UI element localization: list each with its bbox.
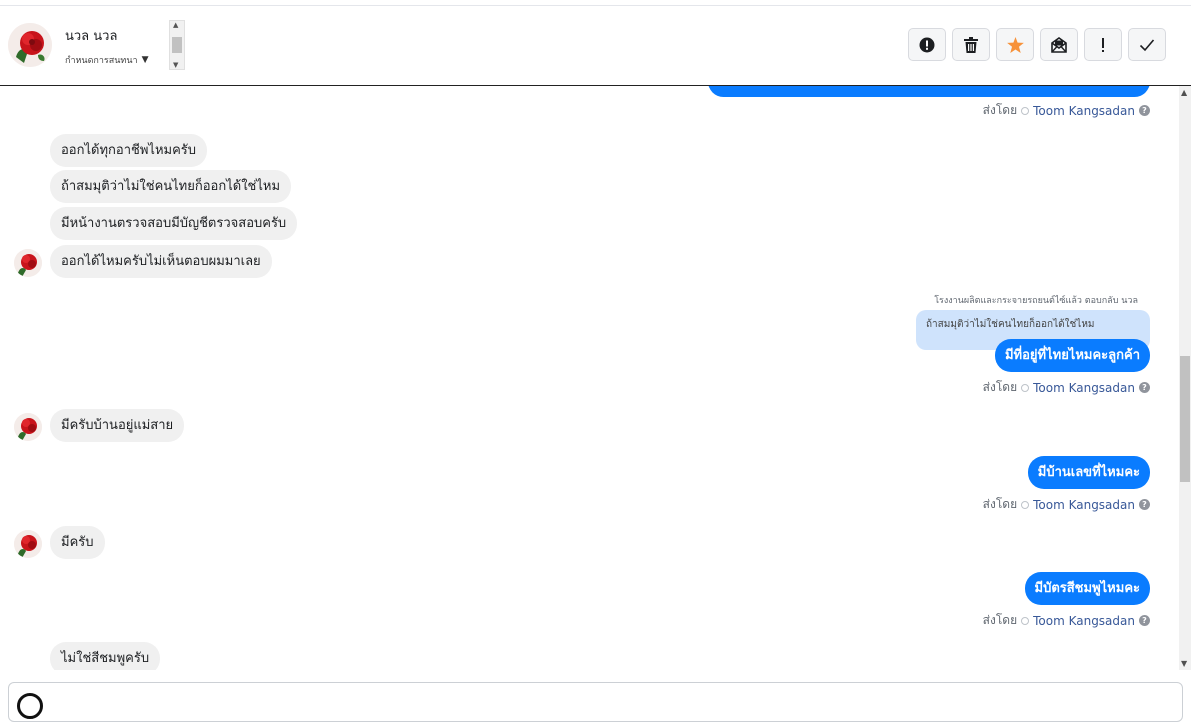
alert-circle-icon: [919, 37, 935, 52]
thread-scrollbar[interactable]: ▲ ▼: [1179, 86, 1191, 670]
header-actions: [908, 28, 1166, 61]
status-dot-icon: [1021, 500, 1030, 509]
scroll-down-arrow-icon[interactable]: ▼: [1181, 659, 1187, 668]
message-bubble-incoming[interactable]: ออกได้ทุกอาชีพไหมครับ: [50, 134, 208, 167]
status-dot-icon: [1021, 616, 1030, 625]
scroll-down-arrow-icon[interactable]: ▼: [173, 61, 178, 69]
message-bubble-outgoing-partial: [708, 86, 1150, 97]
header-scrollbar[interactable]: ▲ ▼: [169, 20, 185, 70]
help-icon[interactable]: ?: [1139, 382, 1150, 393]
rose-avatar-image: [8, 23, 52, 67]
envelope-icon: [1051, 36, 1067, 53]
trash-icon: [964, 36, 978, 53]
agent-name[interactable]: Toom Kangsadan: [1033, 104, 1135, 118]
message-bubble-incoming[interactable]: ออกได้ไหมครับไม่เห็นตอบผมมาเลย: [50, 245, 272, 278]
agent-name[interactable]: Toom Kangsadan: [1033, 498, 1135, 512]
message-bubble-outgoing[interactable]: มีที่อยู่ที่ไทยไหมคะลูกค้า: [994, 339, 1150, 372]
help-icon[interactable]: ?: [1139, 615, 1150, 626]
rose-avatar-image: [14, 530, 42, 558]
sent-by-row: ส่งโดย Toom Kangsadan ?: [983, 101, 1150, 120]
message-bubble-incoming[interactable]: ถ้าสมมุติว่าไม่ใช่คนไทยก็ออกได้ใช่ไหม: [50, 170, 292, 203]
priority-button[interactable]: [1084, 28, 1122, 61]
sent-by-row: ส่งโดย Toom Kangsadan ?: [983, 378, 1150, 397]
mark-unread-button[interactable]: [1040, 28, 1078, 61]
star-button[interactable]: [996, 28, 1034, 61]
message-thread[interactable]: ส่งโดย Toom Kangsadan ? ออกได้ทุกอาชีพไห…: [0, 86, 1179, 670]
exclamation-icon: [1102, 37, 1104, 52]
scroll-up-arrow-icon[interactable]: ▲: [1181, 88, 1187, 97]
emoji-icon[interactable]: [17, 693, 43, 719]
message-bubble-incoming[interactable]: มีครับ: [50, 526, 105, 559]
delete-button[interactable]: [952, 28, 990, 61]
message-bubble-outgoing[interactable]: มีบ้านเลขที่ไหมคะ: [1027, 456, 1150, 489]
header-scroll-thumb[interactable]: [172, 37, 182, 53]
scroll-up-arrow-icon[interactable]: ▲: [173, 21, 178, 29]
sent-by-label: ส่งโดย: [982, 497, 1018, 511]
assign-label: กำหนดการสนทนา: [65, 56, 138, 66]
agent-name[interactable]: Toom Kangsadan: [1033, 381, 1135, 395]
rose-avatar-image: [14, 249, 42, 277]
conversation-header: นวล นวล กำหนดการสนทนา ▼ ▲ ▼: [0, 6, 1191, 86]
caret-down-icon: ▼: [141, 55, 149, 65]
message-bubble-incoming[interactable]: ไม่ใช่สีชมพูครับ: [50, 642, 161, 670]
sent-by-row: ส่งโดย Toom Kangsadan ?: [983, 495, 1150, 514]
status-dot-icon: [1021, 106, 1030, 115]
message-bubble-incoming[interactable]: มีหน้างานตรวจสอบมีบัญชีตรวจสอบครับ: [50, 207, 298, 240]
message-bubble-incoming[interactable]: มีครับบ้านอยู่แม่สาย: [50, 409, 185, 442]
reply-context-meta: โรงงานผลิตและกระจายรถยนต์ไซ์แล้ว ตอบกลับ…: [934, 296, 1138, 306]
mark-done-button[interactable]: [1128, 28, 1166, 61]
message-composer[interactable]: [8, 682, 1183, 722]
help-icon[interactable]: ?: [1139, 105, 1150, 116]
agent-name[interactable]: Toom Kangsadan: [1033, 614, 1135, 628]
star-icon: [1006, 36, 1024, 53]
report-spam-button[interactable]: [908, 28, 946, 61]
contact-name: นวล นวล: [65, 29, 118, 44]
sent-by-label: ส่งโดย: [982, 380, 1018, 394]
check-icon: [1139, 38, 1155, 51]
contact-avatar-small: [14, 530, 42, 558]
rose-avatar-image: [14, 413, 42, 441]
thread-scroll-thumb[interactable]: [1180, 356, 1190, 482]
status-dot-icon: [1021, 383, 1030, 392]
contact-avatar-small: [14, 249, 42, 277]
contact-avatar[interactable]: [8, 23, 52, 67]
sent-by-label: ส่งโดย: [982, 103, 1018, 117]
help-icon[interactable]: ?: [1139, 499, 1150, 510]
sent-by-label: ส่งโดย: [982, 613, 1018, 627]
assign-conversation-dropdown[interactable]: กำหนดการสนทนา ▼: [65, 53, 148, 67]
sent-by-row: ส่งโดย Toom Kangsadan ?: [983, 611, 1150, 630]
contact-avatar-small: [14, 413, 42, 441]
message-bubble-outgoing[interactable]: มีบัตรสีชมพูไหมคะ: [1024, 572, 1150, 605]
